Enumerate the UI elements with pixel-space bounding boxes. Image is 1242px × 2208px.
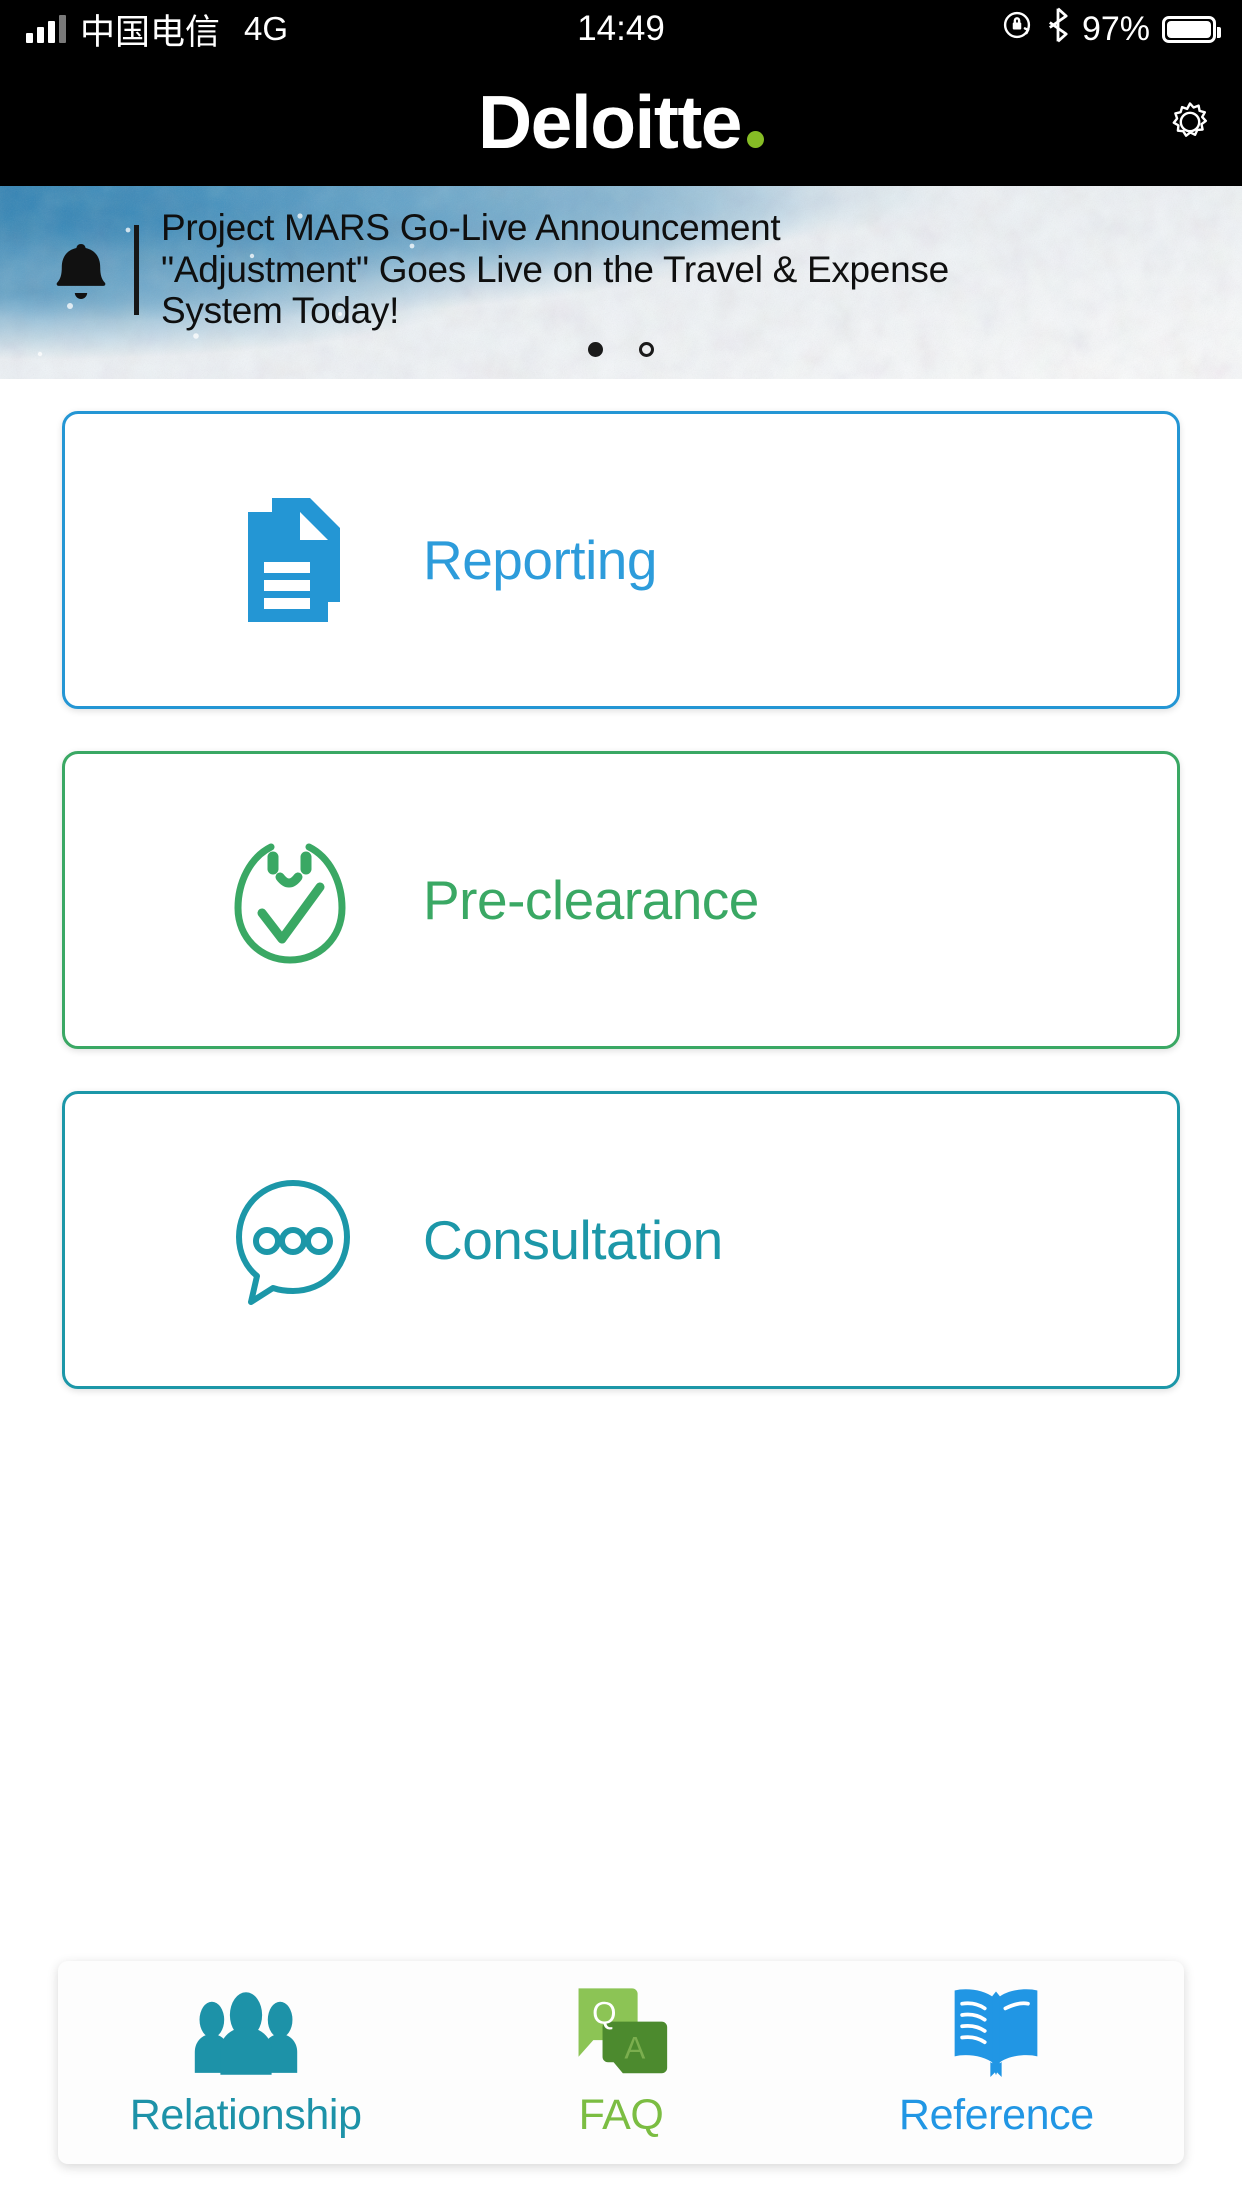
announcement-line-1: Project MARS Go-Live Announcement xyxy=(161,206,781,248)
main-menu: Reporting Pre-clearance Consultation xyxy=(0,379,1242,1389)
nav-tab-faq[interactable]: Q A FAQ xyxy=(433,1961,808,2164)
brand-dot xyxy=(747,131,765,148)
rotation-lock-icon xyxy=(1000,8,1034,51)
menu-card-label: Reporting xyxy=(423,529,657,591)
battery-percent: 97% xyxy=(1081,9,1150,48)
menu-card-pre-clearance[interactable]: Pre-clearance xyxy=(62,751,1180,1049)
svg-text:A: A xyxy=(624,2031,645,2066)
announcement-line-3: System Today! xyxy=(161,290,400,332)
announcement-banner[interactable]: Project MARS Go-Live Announcement "Adjus… xyxy=(0,186,1242,379)
menu-card-label: Consultation xyxy=(423,1209,723,1271)
svg-text:Q: Q xyxy=(592,1995,616,2030)
open-book-icon xyxy=(947,1985,1045,2077)
status-bar: 中国电信 4G 14:49 97% xyxy=(0,0,1242,58)
battery-icon xyxy=(1162,15,1221,43)
banner-divider xyxy=(134,224,139,315)
announcement-text: Project MARS Go-Live Announcement "Adjus… xyxy=(161,207,949,332)
nav-tab-relationship[interactable]: Relationship xyxy=(58,1961,433,2164)
document-stack-icon xyxy=(215,475,365,645)
pagination-dot-inactive[interactable] xyxy=(639,342,654,357)
brand-text: Deloitte xyxy=(477,80,743,164)
nav-tab-label: FAQ xyxy=(578,2091,664,2139)
menu-card-consultation[interactable]: Consultation xyxy=(62,1091,1180,1389)
nav-tab-reference[interactable]: Reference xyxy=(809,1961,1184,2164)
banner-pagination[interactable] xyxy=(0,342,1242,357)
nav-tab-label: Reference xyxy=(898,2091,1094,2139)
nav-tab-label: Relationship xyxy=(129,2091,362,2139)
bell-icon xyxy=(52,239,110,301)
menu-card-reporting[interactable]: Reporting xyxy=(62,411,1180,709)
people-group-icon xyxy=(191,1985,301,2077)
speech-bubble-dots-icon xyxy=(215,1155,365,1325)
qa-bubbles-icon: Q A xyxy=(573,1985,669,2077)
app-header: Deloitte xyxy=(0,58,1242,186)
bottom-navigation: Relationship Q A FAQ Reference xyxy=(58,1961,1184,2164)
menu-card-label: Pre-clearance xyxy=(423,869,759,931)
status-bar-right: 97% xyxy=(1000,7,1221,52)
gear-icon[interactable] xyxy=(1164,96,1216,148)
bluetooth-icon xyxy=(1046,7,1070,52)
announcement-line-2: "Adjustment" Goes Live on the Travel & E… xyxy=(161,248,949,290)
check-circle-smiley-icon xyxy=(215,815,365,985)
deloitte-logo: Deloitte xyxy=(477,79,765,165)
pagination-dot-active[interactable] xyxy=(588,342,603,357)
